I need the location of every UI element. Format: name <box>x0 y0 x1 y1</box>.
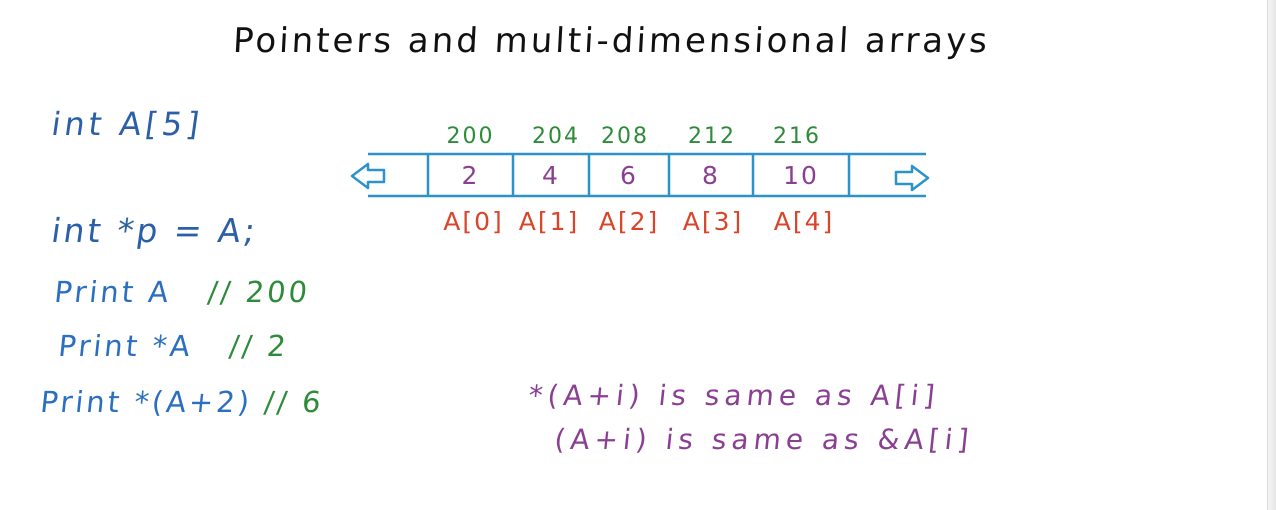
array-index-label: A[4] <box>774 207 835 236</box>
print-line: Print A // 200 <box>52 275 312 309</box>
array-address-label: 212 <box>688 124 736 149</box>
array-index-label: A[1] <box>519 207 580 236</box>
arrow-right-icon <box>894 164 930 192</box>
array-cell-value: 10 <box>783 161 819 190</box>
print-comment: // 200 <box>206 275 312 309</box>
array-index-label: A[2] <box>599 207 660 236</box>
print-command: Print A <box>52 275 174 309</box>
array-diagram: 200 2 A[0] 204 4 A[1] 208 6 A[2] 212 8 A[3] 216 10 A[4… <box>350 124 930 236</box>
note-address: (A+i) is same as &A[i] <box>552 423 976 456</box>
pointer-assignment: int *p = A; <box>48 211 261 250</box>
page-title: Pointers and multi-dimensional arrays <box>232 21 992 61</box>
print-command: Print *(A+2) <box>38 385 254 419</box>
array-index-label: A[3] <box>683 207 744 236</box>
array-address-label: 216 <box>773 124 821 149</box>
array-cell-value: 2 <box>462 161 480 190</box>
page-edge <box>1268 0 1276 510</box>
array-declaration: int A[5] <box>49 105 206 143</box>
array-cell-value: 6 <box>620 161 638 190</box>
print-line: Print *A // 2 <box>56 329 291 363</box>
print-command: Print *A <box>56 329 195 363</box>
array-address-label: 204 <box>532 124 580 149</box>
print-comment: // 6 <box>262 385 326 419</box>
array-cell-value: 4 <box>542 161 560 190</box>
print-comment: // 2 <box>227 329 291 363</box>
array-address-label: 208 <box>601 124 649 149</box>
array-address-label: 200 <box>447 124 495 149</box>
note-dereference: *(A+i) is same as A[i] <box>526 379 942 412</box>
array-index-label: A[0] <box>443 207 504 236</box>
print-line: Print *(A+2) // 6 <box>38 385 326 419</box>
array-cell-value: 8 <box>702 161 720 190</box>
arrow-left-icon <box>350 162 386 190</box>
